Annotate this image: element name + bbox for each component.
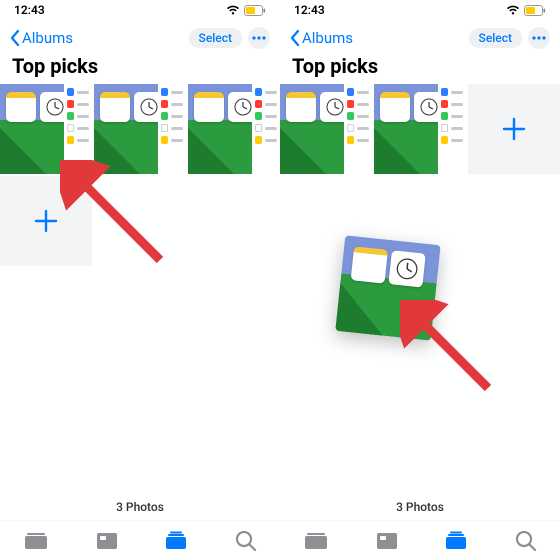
- app-list-icon: [64, 84, 92, 174]
- search-icon: [235, 530, 257, 552]
- back-label: Albums: [22, 29, 73, 47]
- more-button[interactable]: [528, 27, 550, 49]
- photo-grid: [0, 84, 280, 266]
- select-button[interactable]: Select: [189, 28, 242, 48]
- page-title: Top picks: [280, 52, 560, 84]
- add-photo-button[interactable]: [468, 84, 560, 174]
- tab-albums[interactable]: [444, 531, 468, 551]
- photo-thumb[interactable]: [374, 84, 466, 174]
- widget-note-icon: [286, 92, 316, 122]
- library-icon: [23, 531, 49, 551]
- widget-clock-icon: [388, 250, 425, 287]
- wifi-icon: [506, 5, 520, 15]
- tab-bar: [0, 520, 280, 560]
- for-you-icon: [96, 531, 118, 551]
- photo-grid: [280, 84, 560, 174]
- widget-note-icon: [100, 92, 130, 122]
- select-button[interactable]: Select: [469, 28, 522, 48]
- albums-icon: [444, 531, 468, 551]
- wifi-icon: [226, 5, 240, 15]
- status-bar: 12:43: [280, 0, 560, 20]
- tab-library[interactable]: [303, 531, 329, 551]
- plus-icon: [33, 208, 59, 234]
- chevron-left-icon: [10, 30, 20, 46]
- tab-bar: [280, 520, 560, 560]
- search-icon: [515, 530, 537, 552]
- tab-library[interactable]: [23, 531, 49, 551]
- photo-thumb[interactable]: [188, 84, 280, 174]
- ellipsis-icon: [532, 36, 546, 40]
- chevron-left-icon: [290, 30, 300, 46]
- app-list-icon: [252, 84, 280, 174]
- back-button[interactable]: Albums: [10, 29, 73, 47]
- dragged-thumb[interactable]: [335, 235, 441, 341]
- photo-thumb[interactable]: [0, 84, 92, 174]
- ellipsis-icon: [252, 36, 266, 40]
- status-time: 12:43: [294, 3, 325, 17]
- albums-icon: [164, 531, 188, 551]
- back-label: Albums: [302, 29, 353, 47]
- add-photo-button[interactable]: [0, 176, 92, 266]
- for-you-icon: [376, 531, 398, 551]
- nav-bar: Albums Select: [280, 24, 560, 52]
- app-list-icon: [158, 84, 186, 174]
- status-bar: 12:43: [0, 0, 280, 20]
- library-icon: [303, 531, 329, 551]
- nav-bar: Albums Select: [0, 24, 280, 52]
- photo-thumb[interactable]: [280, 84, 372, 174]
- back-button[interactable]: Albums: [290, 29, 353, 47]
- photo-count: 3 Photos: [280, 494, 560, 520]
- widget-note-icon: [351, 246, 388, 283]
- status-time: 12:43: [14, 3, 45, 17]
- tab-albums[interactable]: [164, 531, 188, 551]
- page-title: Top picks: [0, 52, 280, 84]
- plus-icon: [501, 116, 527, 142]
- battery-icon: [524, 5, 546, 16]
- phone-panel-left: 12:43 Albums Select Top picks: [0, 0, 280, 560]
- phone-panel-right: 12:43 Albums Select Top picks: [280, 0, 560, 560]
- tab-for-you[interactable]: [96, 531, 118, 551]
- widget-note-icon: [6, 92, 36, 122]
- app-list-icon: [438, 84, 466, 174]
- battery-icon: [244, 5, 266, 16]
- widget-note-icon: [380, 92, 410, 122]
- tab-for-you[interactable]: [376, 531, 398, 551]
- more-button[interactable]: [248, 27, 270, 49]
- tab-search[interactable]: [515, 530, 537, 552]
- widget-note-icon: [194, 92, 224, 122]
- app-list-icon: [344, 84, 372, 174]
- photo-thumb[interactable]: [94, 84, 186, 174]
- tab-search[interactable]: [235, 530, 257, 552]
- photo-count: 3 Photos: [0, 494, 280, 520]
